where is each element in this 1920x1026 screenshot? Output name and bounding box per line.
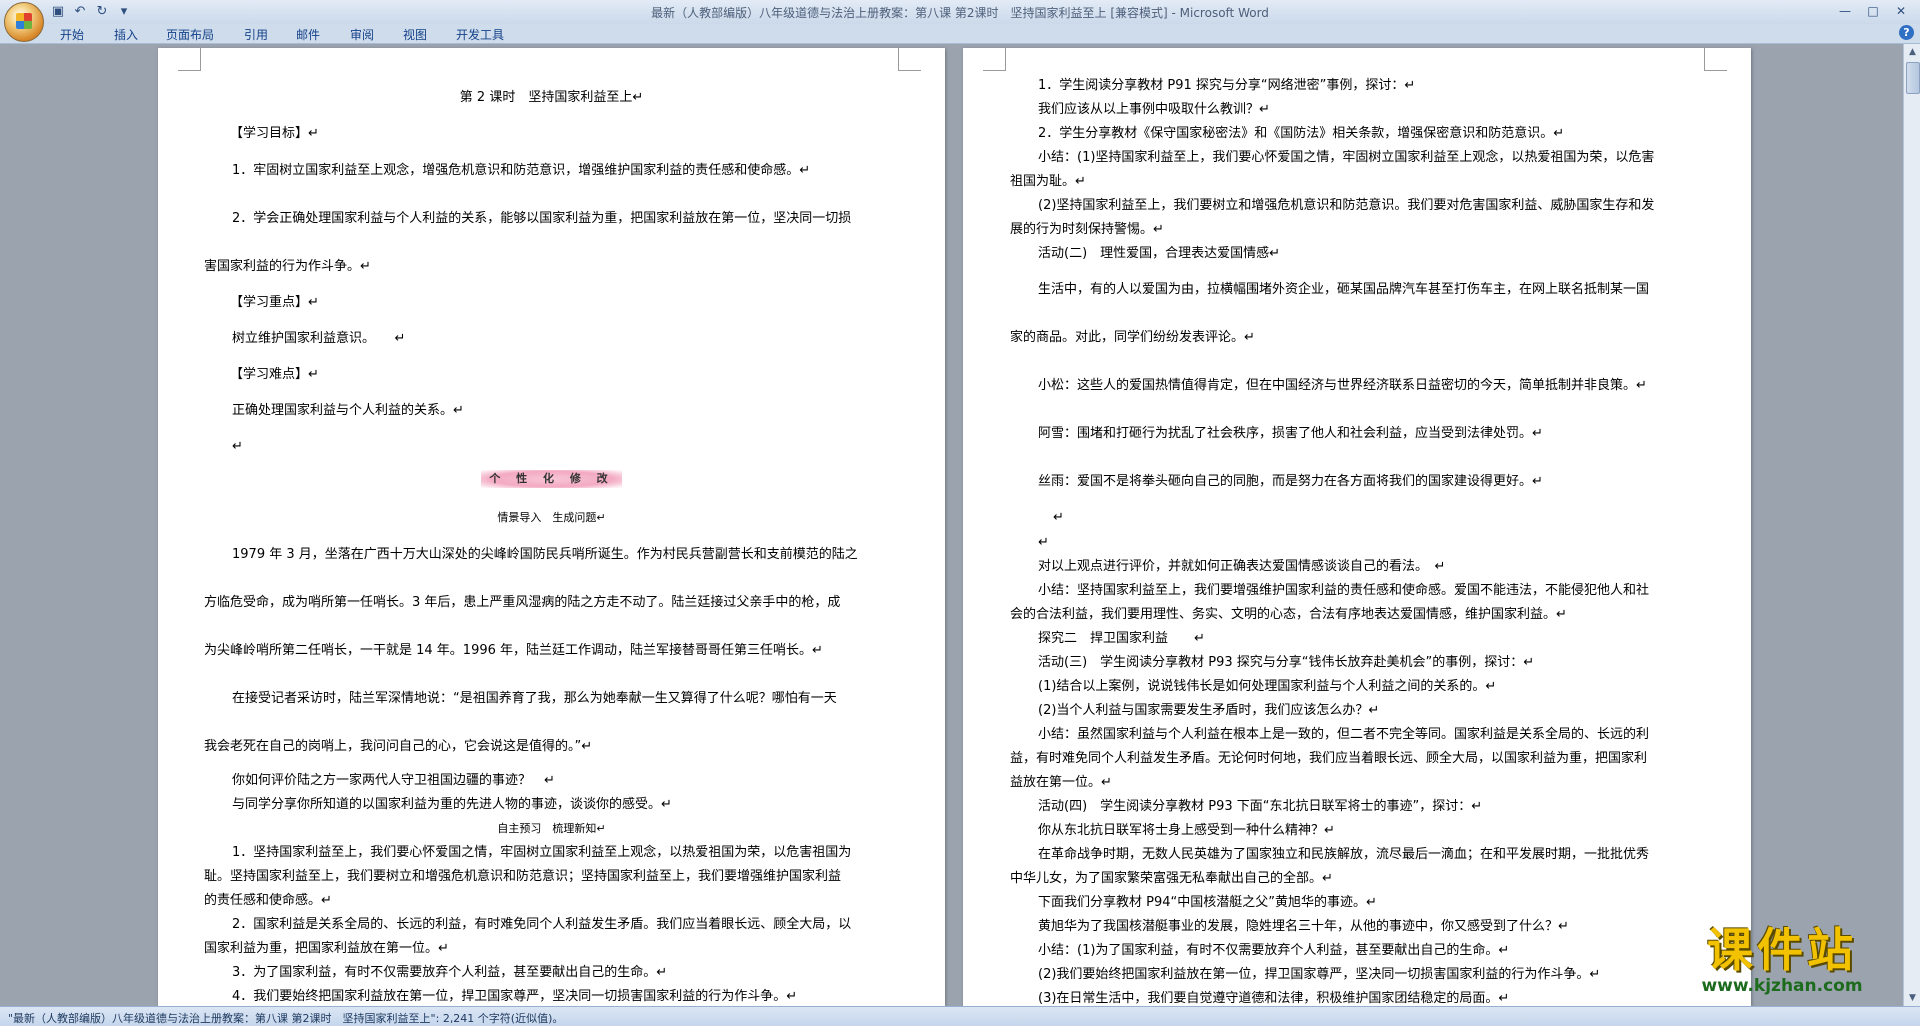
tab-home[interactable]: 开始 [60,26,84,43]
document-page-right[interactable]: 1．学生阅读分享教材 P91 探究与分享“网络泄密”事例，探讨：↵ 我们应该从以… [963,48,1751,1006]
doc-line: (3)在日常生活中，我们要自觉遵守道德和法律，积极维护国家团结稳定的局面。↵ [1038,991,1510,1006]
doc-line: 中华儿女，为了国家繁荣富强无私奉献出自己的全部。↵ [1010,871,1333,886]
doc-line: 阿雪：围堵和打砸行为扰乱了社会秩序，损害了他人和社会利益，应当受到法律处罚。↵ [1038,426,1543,441]
ribbon-tabs: 开始 插入 页面布局 引用 邮件 审阅 视图 开发工具 ? [0,24,1920,44]
doc-line: 你从东北抗日联军将士身上感受到一种什么精神？↵ [1038,823,1335,838]
doc-line: ↵ [232,439,243,454]
doc-line: 耻。坚持国家利益至上，我们要树立和增强危机意识和防范意识；坚持国家利益至上，我们… [204,869,842,884]
section-heading: 自主预习 梳理新知↵ [497,822,606,835]
crop-mark [1704,48,1727,71]
doc-line: 害国家利益的行为作斗争。↵ [204,259,371,274]
doc-line: 小结：(1)为了国家利益，有时不仅需要放弃个人利益，甚至要献出自己的生命。↵ [1038,943,1510,958]
doc-line: 【学习重点】↵ [230,295,319,310]
watermark-text: 课件站 [1707,923,1857,977]
doc-line: 会的合法利益，我们要用理性、务实、文明的心态，合法有序地表达爱国情感，维护国家利… [1010,607,1567,622]
doc-line: 2．国家利益是关系全局的、长远的利益，有时难免同个人利益发生矛盾。我们应当着眼长… [232,917,852,932]
doc-line: 活动(三) 学生阅读分享教材 P93 探究与分享“钱伟长放弃赴美机会”的事例，探… [1038,655,1535,670]
watermark-url: www.kjzhan.com [1701,976,1863,996]
doc-line: 1．学生阅读分享教材 P91 探究与分享“网络泄密”事例，探讨：↵ [1038,78,1416,93]
doc-line: ↵ [1053,510,1064,525]
doc-line: 3．为了国家利益，有时不仅需要放弃个人利益，甚至要献出自己的生命。↵ [232,965,668,980]
doc-line: 黄旭华为了我国核潜艇事业的发展，隐姓埋名三十年，从他的事迹中，你又感受到了什么？… [1038,919,1569,934]
doc-line: 展的行为时刻保持警惕。↵ [1010,222,1164,237]
tab-references[interactable]: 引用 [244,26,268,43]
doc-line: 2．学生分享教材《保守国家秘密法》和《国防法》相关条款，增强保密意识和防范意识。… [1038,126,1565,141]
doc-line: 下面我们分享教材 P94“中国核潜艇之父”黄旭华的事迹。↵ [1038,895,1377,910]
doc-line: 生活中，有的人以爱国为由，拉横幅围堵外资企业，砸某国品牌汽车甚至打伤车主，在网上… [1038,282,1650,297]
tab-developer[interactable]: 开发工具 [456,26,504,43]
window-controls: — □ ✕ [1832,2,1914,20]
crop-mark [898,48,921,71]
doc-line: 小结：(1)坚持国家利益至上，我们要心怀爱国之情，牢固树立国家利益至上观念，以热… [1038,150,1655,165]
title-bar: ▣ ↶ ↻ ▾ 最新（人教部编版）八年级道德与法治上册教案：第八课 第2课时 坚… [0,0,1920,42]
status-bar: "最新（人教部编版）八年级道德与法治上册教案：第八课 第2课时 坚持国家利益至上… [0,1006,1920,1026]
doc-line: 与同学分享你所知道的以国家利益为重的先进人物的事迹，谈谈你的感受。↵ [232,797,672,812]
doc-line: 祖国为耻。↵ [1010,174,1086,189]
status-text: "最新（人教部编版）八年级道德与法治上册教案：第八课 第2课时 坚持国家利益至上… [8,1012,564,1025]
doc-line: 对以上观点进行评价，并就如何正确表达爱国情感谈谈自己的看法。 ↵ [1038,559,1446,574]
doc-line: (2)当个人利益与国家需要发生矛盾时，我们应该怎么办？↵ [1038,703,1380,718]
doc-line: 的责任感和使命感。↵ [204,893,332,908]
vertical-scrollbar[interactable]: ▲ ▼ [1903,44,1920,1006]
office-logo-icon [16,13,32,29]
tab-page-layout[interactable]: 页面布局 [166,26,214,43]
doc-line: 4．我们要始终把国家利益放在第一位，捍卫国家尊严，坚决同一切损害国家利益的行为作… [232,989,798,1004]
tab-insert[interactable]: 插入 [114,26,138,43]
doc-line: 丝雨：爱国不是将拳头砸向自己的同胞，而是努力在各方面将我们的国家建设得更好。↵ [1038,474,1543,489]
doc-line: 家的商品。对此，同学们纷纷发表评论。↵ [1010,330,1255,345]
doc-line: 你如何评价陆之方一家两代人守卫祖国边疆的事迹？ ↵ [232,773,555,788]
doc-line: 正确处理国家利益与个人利益的关系。↵ [232,403,464,418]
maximize-icon[interactable]: □ [1860,2,1886,20]
doc-line: 活动(四) 学生阅读分享教材 P93 下面“东北抗日联军将士的事迹”，探讨：↵ [1038,799,1483,814]
crop-mark [178,48,201,71]
doc-line: 国家利益为重，把国家利益放在第一位。↵ [204,941,449,956]
doc-line: 1979 年 3 月，坐落在广西十万大山深处的尖峰岭国防民兵哨所诞生。作为村民兵… [232,547,858,562]
section-heading: 情景导入 生成问题↵ [497,511,606,524]
doc-line: 2．学会正确处理国家利益与个人利益的关系，能够以国家利益为重，把国家利益放在第一… [232,211,852,226]
help-icon[interactable]: ? [1899,25,1914,40]
site-watermark: 课件站 www.kjzhan.com [1662,924,1902,1006]
document-page-left[interactable]: 第 2 课时 坚持国家利益至上↵ 【学习目标】↵ 1．牢固树立国家利益至上观念，… [158,48,945,1006]
doc-line: 小松：这些人的爱国热情值得肯定，但在中国经济与世界经济联系日益密切的今天，简单抵… [1038,378,1647,393]
window-title: 最新（人教部编版）八年级道德与法治上册教案：第八课 第2课时 坚持国家利益至上 … [651,6,1269,20]
doc-line: 益，有时难免同个人利益发生矛盾。无论何时何地，我们应当着眼长远、顾全大局，以国家… [1010,751,1648,766]
doc-line: (2)我们要始终把国家利益放在第一位，捍卫国家尊严，坚决同一切损害国家利益的行为… [1038,967,1601,982]
doc-line: 小结：虽然国家利益与个人利益在根本上是一致的，但二者不完全等同。国家利益是关系全… [1038,727,1650,742]
doc-line: 益放在第一位。↵ [1010,775,1112,790]
doc-line: 1．坚持国家利益至上，我们要心怀爱国之情，牢固树立国家利益至上观念，以热爱祖国为… [232,845,852,860]
doc-line: (1)结合以上案例，说说钱伟长是如何处理国家利益与个人利益之间的关系的。↵ [1038,679,1497,694]
tab-view[interactable]: 视图 [403,26,427,43]
scroll-down-icon[interactable]: ▼ [1904,990,1920,1006]
doc-line: 在革命战争时期，无数人民英雄为了国家独立和民族解放，流尽最后一滴血；在和平发展时… [1038,847,1650,862]
doc-line: 探究二 捍卫国家利益 ↵ [1038,631,1205,646]
tab-review[interactable]: 审阅 [350,26,374,43]
doc-line: ↵ [1038,535,1049,550]
doc-line: 【学习难点】↵ [230,367,319,382]
doc-line: (2)坚持国家利益至上，我们要树立和增强危机意识和防范意识。我们要对危害国家利益… [1038,198,1655,213]
minimize-icon[interactable]: — [1832,2,1858,20]
doc-heading: 第 2 课时 坚持国家利益至上↵ [459,90,644,105]
personalize-stamp: 个 性 化 修 改 [158,470,945,488]
crop-mark [983,48,1006,71]
doc-line: 我们应该从以上事例中吸取什么教训？↵ [1038,102,1270,117]
doc-line: 小结：坚持国家利益至上，我们要增强维护国家利益的责任感和使命感。爱国不能违法，不… [1038,583,1650,598]
doc-line: 我会老死在自己的岗哨上，我问问自己的心，它会说这是值得的。”↵ [204,739,593,754]
doc-line: 为尖峰岭哨所第二任哨长，一干就是 14 年。1996 年，陆兰廷工作调动，陆兰军… [204,643,823,658]
doc-line: 【学习目标】↵ [230,126,319,141]
office-button[interactable] [4,2,44,42]
doc-line: 活动(二) 理性爱国，合理表达爱国情感↵ [1038,246,1281,261]
scroll-thumb[interactable] [1906,62,1920,94]
doc-line: 1．牢固树立国家利益至上观念，增强危机意识和防范意识，增强维护国家利益的责任感和… [232,163,811,178]
doc-line: 在接受记者采访时，陆兰军深情地说：“是祖国养育了我，那么为她奉献一生又算得了什么… [232,691,837,706]
doc-line: 树立维护国家利益意识。 ↵ [232,331,406,346]
doc-line: 方临危受命，成为哨所第一任哨长。3 年后，患上严重风湿病的陆之方走不动了。陆兰廷… [204,595,841,610]
close-icon[interactable]: ✕ [1888,2,1914,20]
tab-mailings[interactable]: 邮件 [296,26,320,43]
scroll-up-icon[interactable]: ▲ [1904,44,1920,60]
